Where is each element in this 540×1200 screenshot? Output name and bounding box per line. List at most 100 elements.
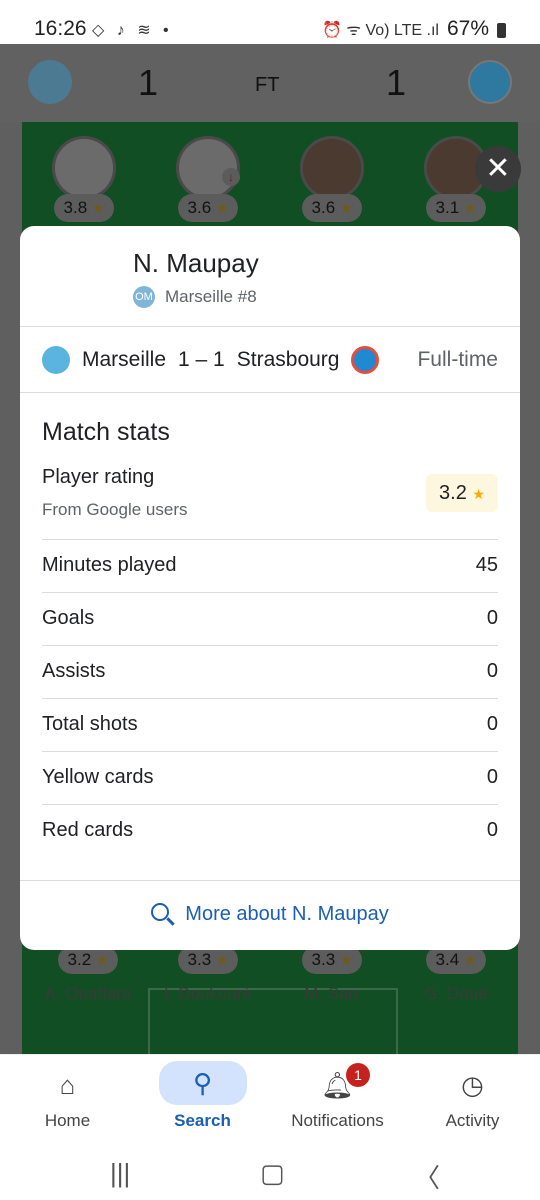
divider bbox=[20, 880, 520, 881]
status-time: 16:26 bbox=[34, 17, 87, 40]
recent-apps-icon[interactable]: ||| bbox=[110, 1158, 130, 1189]
system-navigation-bar: ||| ▢ 〈 bbox=[0, 1148, 540, 1200]
match-score: 1 – 1 bbox=[178, 348, 225, 371]
home-team: Marseille bbox=[82, 348, 167, 371]
nav-label: Activity bbox=[445, 1111, 500, 1130]
search-icon bbox=[151, 903, 170, 921]
stat-label: Yellow cards bbox=[42, 766, 154, 788]
stat-value: 0 bbox=[486, 660, 498, 682]
star-icon: ★ bbox=[463, 200, 477, 216]
stat-row: Yellow cards 0 bbox=[42, 751, 498, 805]
nav-label: Home bbox=[44, 1111, 91, 1130]
player-rating: 3.3 ★ bbox=[177, 946, 239, 974]
player-rating: 3.1 ★ bbox=[425, 194, 487, 222]
lineup-player[interactable]: 3.8 ★ bbox=[52, 136, 116, 222]
strasbourg-crest-icon bbox=[351, 346, 380, 374]
more-about-player-link[interactable]: More about N. Maupay bbox=[20, 902, 520, 926]
more-link-label: More about N. Maupay bbox=[185, 903, 389, 925]
player-rating: 3.6 ★ bbox=[301, 194, 363, 222]
stat-label: Red cards bbox=[42, 819, 134, 841]
player-rating: 3.6 ★ bbox=[177, 194, 239, 222]
back-icon[interactable]: 〈 bbox=[414, 1158, 440, 1195]
away-team: Strasbourg bbox=[236, 348, 340, 371]
stat-row: Red cards 0 bbox=[42, 804, 498, 858]
star-icon: ★ bbox=[339, 952, 353, 968]
nav-home[interactable]: ⌂ Home bbox=[0, 1055, 135, 1149]
activity-icon: ◷ bbox=[461, 1070, 484, 1100]
status-right: ⏰ ᯤ Vo) LTE .ıl 67% bbox=[322, 17, 506, 41]
lineup-player[interactable]: 3.6 ★ bbox=[300, 136, 364, 222]
search-icon: ⚲ bbox=[158, 1061, 247, 1105]
stat-label: Minutes played bbox=[42, 554, 177, 576]
section-title: Match stats bbox=[42, 418, 170, 446]
marseille-crest-icon bbox=[28, 60, 72, 104]
player-team[interactable]: OM Marseille #8 bbox=[133, 286, 257, 308]
avatar bbox=[52, 136, 116, 200]
player-rating: 3.2 ★ bbox=[57, 946, 119, 974]
home-score: 1 bbox=[138, 62, 159, 103]
star-icon: ★ bbox=[95, 952, 109, 968]
star-icon: ★ bbox=[215, 952, 229, 968]
stat-label: Goals bbox=[42, 607, 95, 629]
lineup-player[interactable]: 3.4 ★ G. Doué bbox=[406, 946, 506, 1004]
match-status: Full-time bbox=[417, 348, 498, 371]
lineup-player[interactable]: ↓ 3.6 ★ bbox=[176, 136, 240, 222]
nav-activity[interactable]: ◷ Activity bbox=[405, 1055, 540, 1149]
lineup-player[interactable]: 3.3 ★ M. Sarr bbox=[282, 946, 382, 1004]
home-icon: ⌂ bbox=[59, 1070, 76, 1100]
stat-row: Goals 0 bbox=[42, 592, 498, 646]
player-name: G. Doué bbox=[424, 984, 488, 1003]
rating-label: Player rating bbox=[42, 466, 155, 488]
lineup-player[interactable]: 3.2 ★ A. Ouattara bbox=[38, 946, 138, 1004]
player-rating: 3.4 ★ bbox=[425, 946, 487, 974]
star-icon: ★ bbox=[463, 952, 477, 968]
player-rating: 3.8 ★ bbox=[53, 194, 115, 222]
star-icon: ★ bbox=[472, 486, 485, 502]
home-button-icon[interactable]: ▢ bbox=[260, 1158, 285, 1189]
marseille-crest-icon bbox=[42, 346, 70, 374]
divider bbox=[20, 392, 520, 393]
away-score: 1 bbox=[386, 62, 407, 103]
stat-value: 45 bbox=[475, 554, 498, 576]
marseille-crest-icon: OM bbox=[133, 286, 155, 308]
player-name: N. Maupay bbox=[133, 248, 259, 278]
close-button[interactable]: ✕ bbox=[475, 146, 521, 192]
lineup-player[interactable]: 3.3 ★ I. Doukouré bbox=[158, 946, 258, 1004]
notification-icons: ◇ ♪ ≋ • bbox=[92, 22, 173, 39]
avatar bbox=[300, 136, 364, 200]
player-rating: 3.3 ★ bbox=[301, 946, 363, 974]
nav-search[interactable]: ⚲ Search bbox=[135, 1055, 270, 1149]
scoreboard: 1 FT 1 bbox=[0, 44, 540, 122]
rating-value: 3.2 bbox=[439, 482, 467, 504]
stat-value: 0 bbox=[486, 766, 498, 788]
nav-label: Search bbox=[174, 1111, 231, 1130]
rating-source: From Google users bbox=[42, 500, 188, 519]
player-name: M. Sarr bbox=[304, 984, 360, 1003]
stat-value: 0 bbox=[486, 713, 498, 735]
match-summary[interactable]: Marseille 1 – 1 Strasbourg Full-time bbox=[42, 342, 498, 378]
divider bbox=[20, 326, 520, 327]
player-name: A. Ouattara bbox=[44, 984, 132, 1003]
close-icon: ✕ bbox=[485, 152, 511, 185]
stat-label: Assists bbox=[42, 660, 106, 682]
nav-label: Notifications bbox=[291, 1111, 384, 1130]
strasbourg-crest-icon bbox=[468, 60, 512, 104]
nav-notifications[interactable]: 🔔︎ 1 Notifications bbox=[270, 1055, 405, 1149]
stat-row: Assists 0 bbox=[42, 645, 498, 699]
battery-icon bbox=[497, 22, 506, 38]
notification-badge: 1 bbox=[346, 1063, 370, 1087]
battery-level: 67% bbox=[446, 17, 489, 40]
player-name: I. Doukouré bbox=[164, 984, 252, 1003]
status-bar: 16:26 ◇ ♪ ≋ • ⏰ ᯤ Vo) LTE .ıl 67% bbox=[0, 0, 540, 44]
stat-label: Total shots bbox=[42, 713, 138, 735]
substitution-out-icon: ↓ bbox=[222, 168, 240, 186]
player-rating-badge[interactable]: 3.2 ★ bbox=[426, 474, 498, 512]
star-icon: ★ bbox=[91, 200, 105, 216]
system-icons: ⏰ ᯤ Vo) LTE .ıl bbox=[322, 22, 439, 39]
stat-row: Minutes played 45 bbox=[42, 539, 498, 593]
player-stats-card: N. Maupay OM Marseille #8 Marseille 1 – … bbox=[20, 226, 520, 950]
team-number: Marseille #8 bbox=[165, 287, 257, 306]
stat-row: Total shots 0 bbox=[42, 698, 498, 752]
stat-value: 0 bbox=[486, 819, 498, 841]
match-status: FT bbox=[255, 74, 280, 96]
